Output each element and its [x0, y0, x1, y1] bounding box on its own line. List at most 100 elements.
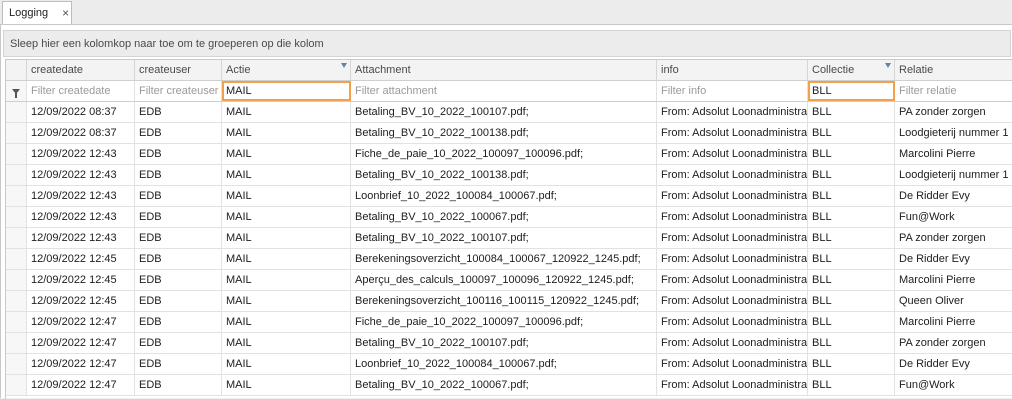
cell-actie[interactable]: MAIL: [222, 228, 351, 248]
cell-relatie[interactable]: Marcolini Pierre: [895, 312, 1012, 332]
cell-attachment[interactable]: Berekeningsoverzicht_100116_100115_12092…: [351, 291, 657, 311]
row-indicator[interactable]: [6, 165, 27, 185]
cell-collectie[interactable]: BLL: [808, 270, 895, 290]
cell-createuser[interactable]: EDB: [135, 144, 222, 164]
cell-info[interactable]: From: Adsolut Loonadministratie: [657, 165, 808, 185]
table-row[interactable]: 12/09/2022 12:43 EDB MAIL Betaling_BV_10_20…: [6, 207, 1012, 228]
cell-createuser[interactable]: EDB: [135, 312, 222, 332]
cell-relatie[interactable]: PA zonder zorgen: [895, 333, 1012, 353]
cell-info[interactable]: From: Adsolut Loonadministratie: [657, 249, 808, 269]
cell-collectie[interactable]: BLL: [808, 333, 895, 353]
row-indicator[interactable]: [6, 291, 27, 311]
cell-info[interactable]: From: Adsolut Loonadministratie: [657, 333, 808, 353]
cell-createuser[interactable]: EDB: [135, 165, 222, 185]
cell-actie[interactable]: MAIL: [222, 249, 351, 269]
cell-createdate[interactable]: 12/09/2022 08:37: [27, 123, 135, 143]
cell-createdate[interactable]: 12/09/2022 12:45: [27, 270, 135, 290]
row-indicator[interactable]: [6, 354, 27, 374]
row-indicator[interactable]: [6, 123, 27, 143]
column-header-createdate[interactable]: createdate: [27, 60, 135, 80]
filter-relatie-input[interactable]: Filter relatie: [895, 81, 1012, 101]
cell-info[interactable]: From: Adsolut Loonadministratie: [657, 291, 808, 311]
row-indicator[interactable]: [6, 312, 27, 332]
cell-collectie[interactable]: BLL: [808, 291, 895, 311]
cell-collectie[interactable]: BLL: [808, 207, 895, 227]
cell-relatie[interactable]: Loodgieterij nummer 1: [895, 165, 1012, 185]
cell-actie[interactable]: MAIL: [222, 207, 351, 227]
cell-relatie[interactable]: PA zonder zorgen: [895, 228, 1012, 248]
table-row[interactable]: 12/09/2022 12:43 EDB MAIL Betaling_BV_10_20…: [6, 228, 1012, 249]
row-indicator[interactable]: [6, 144, 27, 164]
cell-actie[interactable]: MAIL: [222, 312, 351, 332]
table-row[interactable]: 12/09/2022 12:43 EDB MAIL Loonbrief_10_2022…: [6, 186, 1012, 207]
table-row[interactable]: 12/09/2022 12:45 EDB MAIL Aperçu_des_calcul…: [6, 270, 1012, 291]
cell-attachment[interactable]: Fiche_de_paie_10_2022_100097_100096.pdf;: [351, 144, 657, 164]
cell-collectie[interactable]: BLL: [808, 144, 895, 164]
cell-createdate[interactable]: 12/09/2022 12:43: [27, 228, 135, 248]
cell-relatie[interactable]: De Ridder Evy: [895, 354, 1012, 374]
tab-logging[interactable]: Logging ×: [2, 1, 72, 24]
filter-collectie-input[interactable]: BLL: [808, 81, 895, 101]
cell-createuser[interactable]: EDB: [135, 102, 222, 122]
table-row[interactable]: 12/09/2022 12:47 EDB MAIL Loonbrief_10_2022…: [6, 354, 1012, 375]
cell-actie[interactable]: MAIL: [222, 165, 351, 185]
cell-createuser[interactable]: EDB: [135, 291, 222, 311]
cell-attachment[interactable]: Betaling_BV_10_2022_100067.pdf;: [351, 207, 657, 227]
row-indicator[interactable]: [6, 375, 27, 395]
row-indicator[interactable]: [6, 270, 27, 290]
column-header-info[interactable]: info: [657, 60, 808, 80]
cell-actie[interactable]: MAIL: [222, 354, 351, 374]
cell-actie[interactable]: MAIL: [222, 186, 351, 206]
cell-createuser[interactable]: EDB: [135, 186, 222, 206]
column-header-relatie[interactable]: Relatie: [895, 60, 1012, 80]
cell-collectie[interactable]: BLL: [808, 249, 895, 269]
cell-attachment[interactable]: Berekeningsoverzicht_100084_100067_12092…: [351, 249, 657, 269]
table-row[interactable]: 12/09/2022 12:47 EDB MAIL Betaling_BV_10_20…: [6, 375, 1012, 396]
cell-attachment[interactable]: Betaling_BV_10_2022_100067.pdf;: [351, 375, 657, 395]
cell-attachment[interactable]: Betaling_BV_10_2022_100138.pdf;: [351, 165, 657, 185]
cell-attachment[interactable]: Betaling_BV_10_2022_100107.pdf;: [351, 333, 657, 353]
column-header-createuser[interactable]: createuser: [135, 60, 222, 80]
table-row[interactable]: 12/09/2022 12:47 EDB MAIL Fiche_de_paie_10_…: [6, 312, 1012, 333]
cell-relatie[interactable]: Loodgieterij nummer 1: [895, 123, 1012, 143]
filter-actie-input[interactable]: MAIL: [222, 81, 351, 101]
filter-createdate-input[interactable]: Filter createdate: [27, 81, 135, 101]
cell-collectie[interactable]: BLL: [808, 102, 895, 122]
cell-attachment[interactable]: Loonbrief_10_2022_100084_100067.pdf;: [351, 354, 657, 374]
cell-attachment[interactable]: Betaling_BV_10_2022_100107.pdf;: [351, 102, 657, 122]
cell-relatie[interactable]: Marcolini Pierre: [895, 144, 1012, 164]
cell-collectie[interactable]: BLL: [808, 186, 895, 206]
cell-collectie[interactable]: BLL: [808, 375, 895, 395]
cell-info[interactable]: From: Adsolut Loonadministratie: [657, 228, 808, 248]
cell-createdate[interactable]: 12/09/2022 12:45: [27, 249, 135, 269]
cell-info[interactable]: From: Adsolut Loonadministratie: [657, 186, 808, 206]
cell-attachment[interactable]: Aperçu_des_calculs_100097_100096_120922_…: [351, 270, 657, 290]
cell-info[interactable]: From: Adsolut Loonadministratie: [657, 375, 808, 395]
cell-attachment[interactable]: Betaling_BV_10_2022_100138.pdf;: [351, 123, 657, 143]
cell-createdate[interactable]: 12/09/2022 12:47: [27, 333, 135, 353]
filter-info-input[interactable]: Filter info: [657, 81, 808, 101]
cell-actie[interactable]: MAIL: [222, 102, 351, 122]
cell-collectie[interactable]: BLL: [808, 123, 895, 143]
cell-relatie[interactable]: Queen Oliver: [895, 291, 1012, 311]
cell-createdate[interactable]: 12/09/2022 12:43: [27, 165, 135, 185]
close-icon[interactable]: ×: [62, 7, 69, 19]
cell-createuser[interactable]: EDB: [135, 249, 222, 269]
cell-info[interactable]: From: Adsolut Loonadministratie: [657, 144, 808, 164]
cell-createdate[interactable]: 12/09/2022 12:43: [27, 207, 135, 227]
cell-createdate[interactable]: 12/09/2022 12:45: [27, 291, 135, 311]
cell-actie[interactable]: MAIL: [222, 333, 351, 353]
cell-createuser[interactable]: EDB: [135, 228, 222, 248]
table-row[interactable]: 12/09/2022 12:43 EDB MAIL Fiche_de_paie_10_…: [6, 144, 1012, 165]
cell-info[interactable]: From: Adsolut Loonadministratie: [657, 123, 808, 143]
cell-createdate[interactable]: 12/09/2022 12:47: [27, 375, 135, 395]
cell-createuser[interactable]: EDB: [135, 333, 222, 353]
cell-createuser[interactable]: EDB: [135, 375, 222, 395]
table-row[interactable]: 12/09/2022 08:37 EDB MAIL Betaling_BV_10_20…: [6, 102, 1012, 123]
cell-createuser[interactable]: EDB: [135, 270, 222, 290]
column-header-attachment[interactable]: Attachment: [351, 60, 657, 80]
row-indicator[interactable]: [6, 333, 27, 353]
filter-createuser-input[interactable]: Filter createuser: [135, 81, 222, 101]
cell-createdate[interactable]: 12/09/2022 08:37: [27, 102, 135, 122]
cell-relatie[interactable]: Marcolini Pierre: [895, 270, 1012, 290]
